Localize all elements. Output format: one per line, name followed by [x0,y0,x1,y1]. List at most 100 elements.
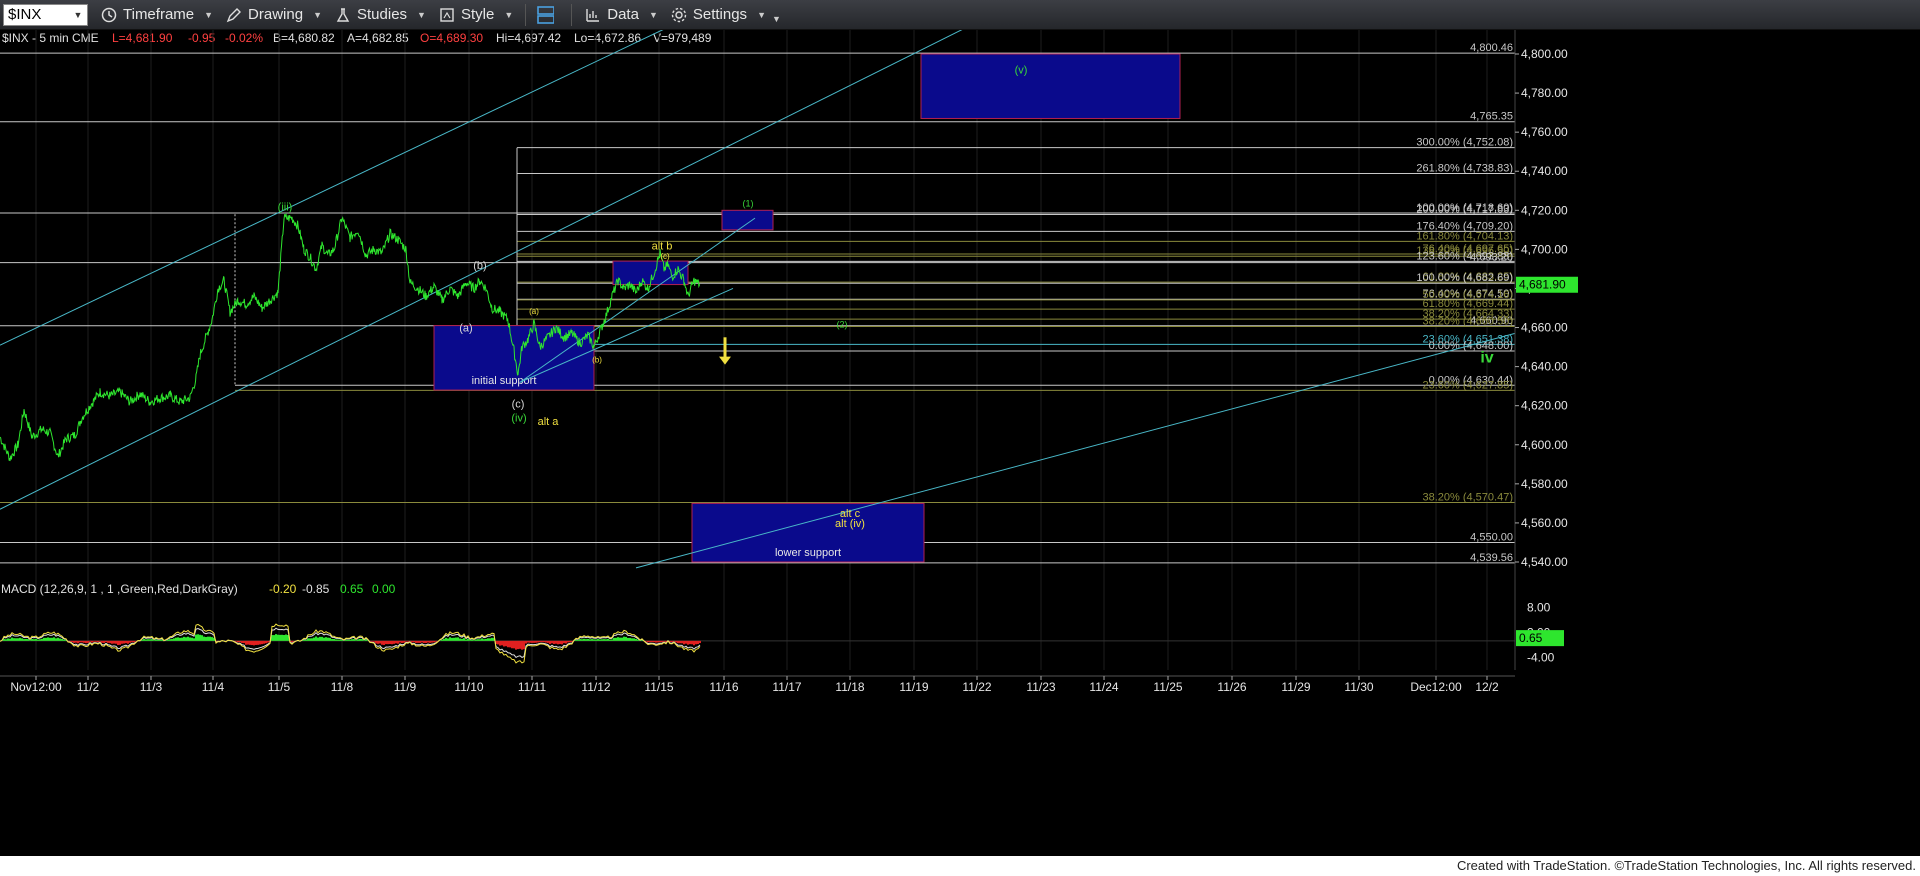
change-value: -0.95 [188,31,216,45]
toolbar-divider [525,3,527,26]
copyright-text: Created with TradeStation. ©TradeStation… [1456,858,1916,873]
wave-label: (c) [660,252,670,261]
x-tick-label: Nov12:00 [10,680,62,694]
x-tick-label: 11/19 [899,680,928,694]
wave-label: (v) [1015,65,1028,77]
x-tick-label: 11/30 [1344,680,1373,694]
data-icon [584,6,602,24]
drawing-label: Drawing [248,6,304,23]
x-tick-label: 11/17 [772,680,801,694]
drawing-menu[interactable]: Drawing ▼ [225,6,322,24]
macd-avg-value: -0.85 [302,582,330,596]
x-tick-label: 11/3 [140,680,163,694]
chevron-down-icon: ▼ [504,9,514,20]
open-value: O=4,689.30 [420,31,483,45]
timeframe-menu[interactable]: Timeframe ▼ [100,6,213,24]
fib-level-label: 0.00% (4,648.00) [1429,340,1513,352]
x-tick-label: 11/24 [1089,680,1118,694]
fib-level-label: 100.00% (4,682.69) [1416,272,1513,284]
channel-line [0,30,963,510]
wave-label: (a) [529,307,539,316]
y-tick-label: 4,740.00 [1521,164,1568,178]
wave-label: alt a [538,416,560,428]
fib-levels: 4,800.46 4,765.35 300.00% (4,752.08) 261.80… [0,42,1515,564]
wave-label: alt (iv) [835,518,865,530]
x-tick-label: 11/29 [1281,680,1310,694]
time-axis[interactable]: Nov12:00 11/2 11/3 11/4 11/5 11/8 11/9 11/10 11/… [0,675,1920,856]
chevron-down-icon: ▼ [313,9,322,20]
y-tick-label: 4,540.00 [1521,555,1568,569]
fib-level-label: 4,539.56 [1470,552,1513,564]
settings-menu[interactable]: Settings ▼ ▼ [670,6,781,24]
fib-level-label: 261.80% (4,738.83) [1416,163,1513,175]
y-tick-label: 4,800.00 [1521,47,1568,61]
x-tick-label: 11/11 [518,680,547,694]
down-arrow-head [719,356,731,365]
fib-level-label: 4,550.00 [1470,531,1513,543]
x-tick-label: 11/16 [709,680,738,694]
price-axis[interactable]: 4,800.00 4,780.00 4,760.00 4,740.00 4,720.00… [1514,30,1920,670]
support-box [920,53,1181,119]
studies-menu[interactable]: Studies ▼ [334,6,426,24]
macd-zero-value: 0.00 [372,582,396,596]
support-boxes: initial support lower support [433,53,1181,563]
y-tick-label: 4,600.00 [1521,438,1568,452]
pencil-icon [225,6,243,24]
channel-line [635,332,1516,569]
fib-level-label: 300.00% (4,752.08) [1416,137,1513,149]
high-value: Hi=4,697.42 [496,31,561,45]
toolbar-divider [571,3,573,26]
x-tick-label: 11/22 [962,680,991,694]
x-tick-label: 11/9 [394,680,417,694]
macd-line [0,623,701,664]
chevron-down-icon: ▼ [204,9,214,20]
price-chart[interactable]: $INX - 5 min CME L=4,681.90 -0.95 -0.02%… [0,30,1920,856]
chevron-down-icon[interactable]: ▼ [72,8,84,22]
macd-tick-label: -4.00 [1527,651,1555,665]
macd-last-label: 0.65 [1519,631,1543,645]
box-label: initial support [472,375,537,387]
fib-level-label: 4,693.20 [1470,252,1513,264]
macd-value: -0.20 [269,582,297,596]
layout-button[interactable] [536,5,559,24]
time-axis-bg [0,675,1920,856]
y-tick-label: 4,780.00 [1521,86,1568,100]
last-price-label: 4,681.90 [1519,278,1566,292]
x-tick-label: 11/10 [454,680,483,694]
x-tick-label: 12/2 [1475,680,1499,694]
wave-label: alt b [652,240,673,252]
data-menu[interactable]: Data ▼ [584,6,658,24]
footer: Created with TradeStation. ©TradeStation… [0,856,1920,876]
support-box [721,209,774,231]
fib-level-label: 38.20% (4,570.47) [1422,491,1513,503]
price-axis-bg [1515,30,1920,670]
style-label: Style [460,6,495,23]
macd-diff-value: 0.65 [340,582,364,596]
studies-label: Studies [357,6,408,23]
box-label: lower support [775,547,841,559]
wave-label: (iv) [511,412,526,424]
symbol-info: $INX - 5 min CME [2,31,99,45]
fib-level-label: 23.60% (4,627.85) [1422,379,1513,391]
symbol-value: $INX [8,6,42,23]
y-tick-label: 4,660.00 [1521,321,1568,335]
y-tick-label: 4,760.00 [1521,125,1568,139]
fib-level-label: 38.20% (4,660.50) [1422,316,1513,328]
price-line [0,212,701,462]
y-tick-label: 4,720.00 [1521,203,1568,217]
gear-icon [670,6,688,24]
symbol-input[interactable]: $INX ▼ [3,3,88,26]
wave-label: (1) [743,198,754,208]
ask-value: A=4,682.85 [347,31,409,45]
grid [35,30,1488,670]
x-tick-label: 11/26 [1217,680,1246,694]
low-value: Lo=4,672.86 [574,31,641,45]
chevron-down-icon: ▼ [757,9,766,20]
x-tick-label: Dec12:00 [1410,680,1462,694]
clock-icon [100,6,118,24]
timeframe-label: Timeframe [123,6,195,23]
y-tick-label: 4,560.00 [1521,516,1568,530]
macd-tick-label: 8.00 [1527,601,1551,615]
style-menu[interactable]: Style ▼ [438,6,513,24]
change-pct: -0.02% [225,31,263,45]
